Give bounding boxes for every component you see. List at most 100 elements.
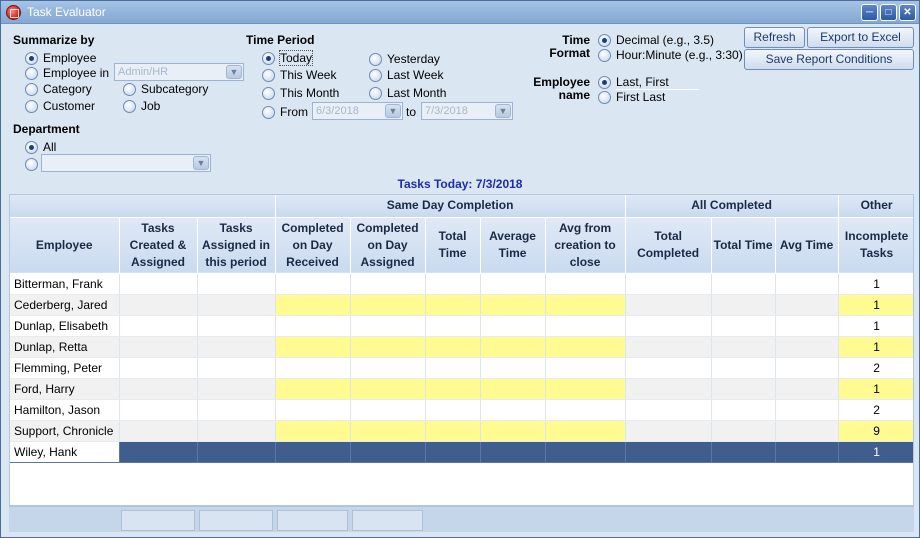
col-average-time[interactable]: Average Time	[480, 217, 546, 274]
incomplete-tasks-cell[interactable]: 1	[838, 315, 913, 337]
data-cell[interactable]	[350, 420, 426, 442]
data-cell[interactable]	[625, 357, 712, 379]
data-cell[interactable]	[480, 315, 546, 337]
data-cell[interactable]	[425, 315, 481, 337]
close-button[interactable]: ✕	[899, 4, 916, 21]
incomplete-tasks-cell[interactable]: 1	[838, 441, 913, 463]
table-row[interactable]: Support, Chronicle 9	[10, 420, 913, 442]
data-cell[interactable]	[545, 378, 626, 400]
data-cell[interactable]	[711, 357, 776, 379]
table-row[interactable]: Dunlap, Elisabeth 1	[10, 315, 913, 337]
data-cell[interactable]	[350, 357, 426, 379]
refresh-button[interactable]: Refresh	[744, 27, 805, 48]
data-cell[interactable]	[275, 378, 351, 400]
data-cell[interactable]	[545, 273, 626, 295]
from-date-picker[interactable]: 6/3/2018 ▼	[312, 102, 403, 120]
data-cell[interactable]	[197, 420, 276, 442]
table-row[interactable]: Flemming, Peter 2	[10, 357, 913, 379]
data-cell[interactable]	[119, 357, 198, 379]
data-cell[interactable]	[625, 399, 712, 421]
employee-cell[interactable]: Bitterman, Frank	[10, 273, 120, 295]
data-cell[interactable]	[119, 315, 198, 337]
data-cell[interactable]	[480, 441, 546, 463]
data-cell[interactable]	[119, 420, 198, 442]
employee-cell[interactable]: Hamilton, Jason	[10, 399, 120, 421]
data-cell[interactable]	[480, 420, 546, 442]
data-cell[interactable]	[197, 378, 276, 400]
table-row[interactable]: Wiley, Hank 1	[10, 441, 913, 463]
data-cell[interactable]	[197, 441, 276, 463]
data-cell[interactable]	[625, 273, 712, 295]
incomplete-tasks-cell[interactable]: 1	[838, 273, 913, 295]
data-cell[interactable]	[775, 357, 839, 379]
col-avg-time[interactable]: Avg Time	[775, 217, 839, 274]
incomplete-tasks-cell[interactable]: 9	[838, 420, 913, 442]
data-cell[interactable]	[480, 357, 546, 379]
summarize-category-radio[interactable]: Category	[25, 81, 92, 97]
col-tasks-created[interactable]: Tasks Created & Assigned	[119, 217, 198, 274]
incomplete-tasks-cell[interactable]: 1	[838, 378, 913, 400]
department-combo[interactable]: ▼	[41, 154, 211, 172]
minimize-button[interactable]: ─	[861, 4, 878, 21]
format-decimal-radio[interactable]: Decimal (e.g., 3.5)	[598, 32, 714, 48]
chevron-down-icon[interactable]: ▼	[385, 104, 401, 118]
data-cell[interactable]	[775, 441, 839, 463]
data-cell[interactable]	[711, 399, 776, 421]
data-cell[interactable]	[350, 399, 426, 421]
data-cell[interactable]	[711, 336, 776, 358]
data-cell[interactable]	[625, 315, 712, 337]
data-cell[interactable]	[275, 273, 351, 295]
data-cell[interactable]	[711, 378, 776, 400]
chevron-down-icon[interactable]: ▼	[226, 65, 242, 79]
period-this-month-radio[interactable]: This Month	[262, 85, 339, 101]
table-row[interactable]: Dunlap, Retta 1	[10, 336, 913, 358]
data-cell[interactable]	[625, 336, 712, 358]
col-total-time[interactable]: Total Time	[425, 217, 481, 274]
data-cell[interactable]	[425, 441, 481, 463]
data-cell[interactable]	[275, 294, 351, 316]
title-bar[interactable]: Task Evaluator ─ □ ✕	[1, 1, 919, 24]
department-all-radio[interactable]: All	[25, 139, 56, 155]
period-from-radio[interactable]: From	[262, 104, 308, 120]
data-cell[interactable]	[119, 378, 198, 400]
col-all-total-time[interactable]: Total Time	[711, 217, 776, 274]
data-cell[interactable]	[350, 273, 426, 295]
data-cell[interactable]	[480, 399, 546, 421]
data-cell[interactable]	[480, 273, 546, 295]
period-yesterday-radio[interactable]: Yesterday	[369, 51, 440, 67]
data-cell[interactable]	[350, 294, 426, 316]
data-cell[interactable]	[711, 420, 776, 442]
col-total-completed[interactable]: Total Completed	[625, 217, 712, 274]
summarize-customer-radio[interactable]: Customer	[25, 98, 95, 114]
chevron-down-icon[interactable]: ▼	[495, 104, 511, 118]
col-employee[interactable]: Employee	[10, 217, 120, 274]
data-cell[interactable]	[545, 420, 626, 442]
col-completed-assigned[interactable]: Completed on Day Assigned	[350, 217, 426, 274]
incomplete-tasks-cell[interactable]: 2	[838, 399, 913, 421]
data-cell[interactable]	[275, 420, 351, 442]
data-cell[interactable]	[197, 315, 276, 337]
data-cell[interactable]	[775, 336, 839, 358]
data-cell[interactable]	[197, 273, 276, 295]
data-cell[interactable]	[197, 399, 276, 421]
period-last-week-radio[interactable]: Last Week	[369, 67, 443, 83]
data-cell[interactable]	[775, 315, 839, 337]
employee-cell[interactable]: Ford, Harry	[10, 378, 120, 400]
data-cell[interactable]	[119, 294, 198, 316]
data-cell[interactable]	[711, 273, 776, 295]
col-completed-received[interactable]: Completed on Day Received	[275, 217, 351, 274]
format-hour-minute-radio[interactable]: Hour:Minute (e.g., 3:30)	[598, 47, 743, 63]
data-cell[interactable]	[625, 441, 712, 463]
data-cell[interactable]	[275, 336, 351, 358]
period-last-month-radio[interactable]: Last Month	[369, 85, 446, 101]
employee-cell[interactable]: Dunlap, Elisabeth	[10, 315, 120, 337]
employee-cell[interactable]: Support, Chronicle	[10, 420, 120, 442]
data-cell[interactable]	[711, 294, 776, 316]
incomplete-tasks-cell[interactable]: 1	[838, 336, 913, 358]
data-cell[interactable]	[545, 357, 626, 379]
summarize-job-radio[interactable]: Job	[123, 98, 160, 114]
col-tasks-assigned[interactable]: Tasks Assigned in this period	[197, 217, 276, 274]
export-excel-button[interactable]: Export to Excel	[807, 27, 914, 48]
data-cell[interactable]	[275, 357, 351, 379]
data-cell[interactable]	[425, 294, 481, 316]
